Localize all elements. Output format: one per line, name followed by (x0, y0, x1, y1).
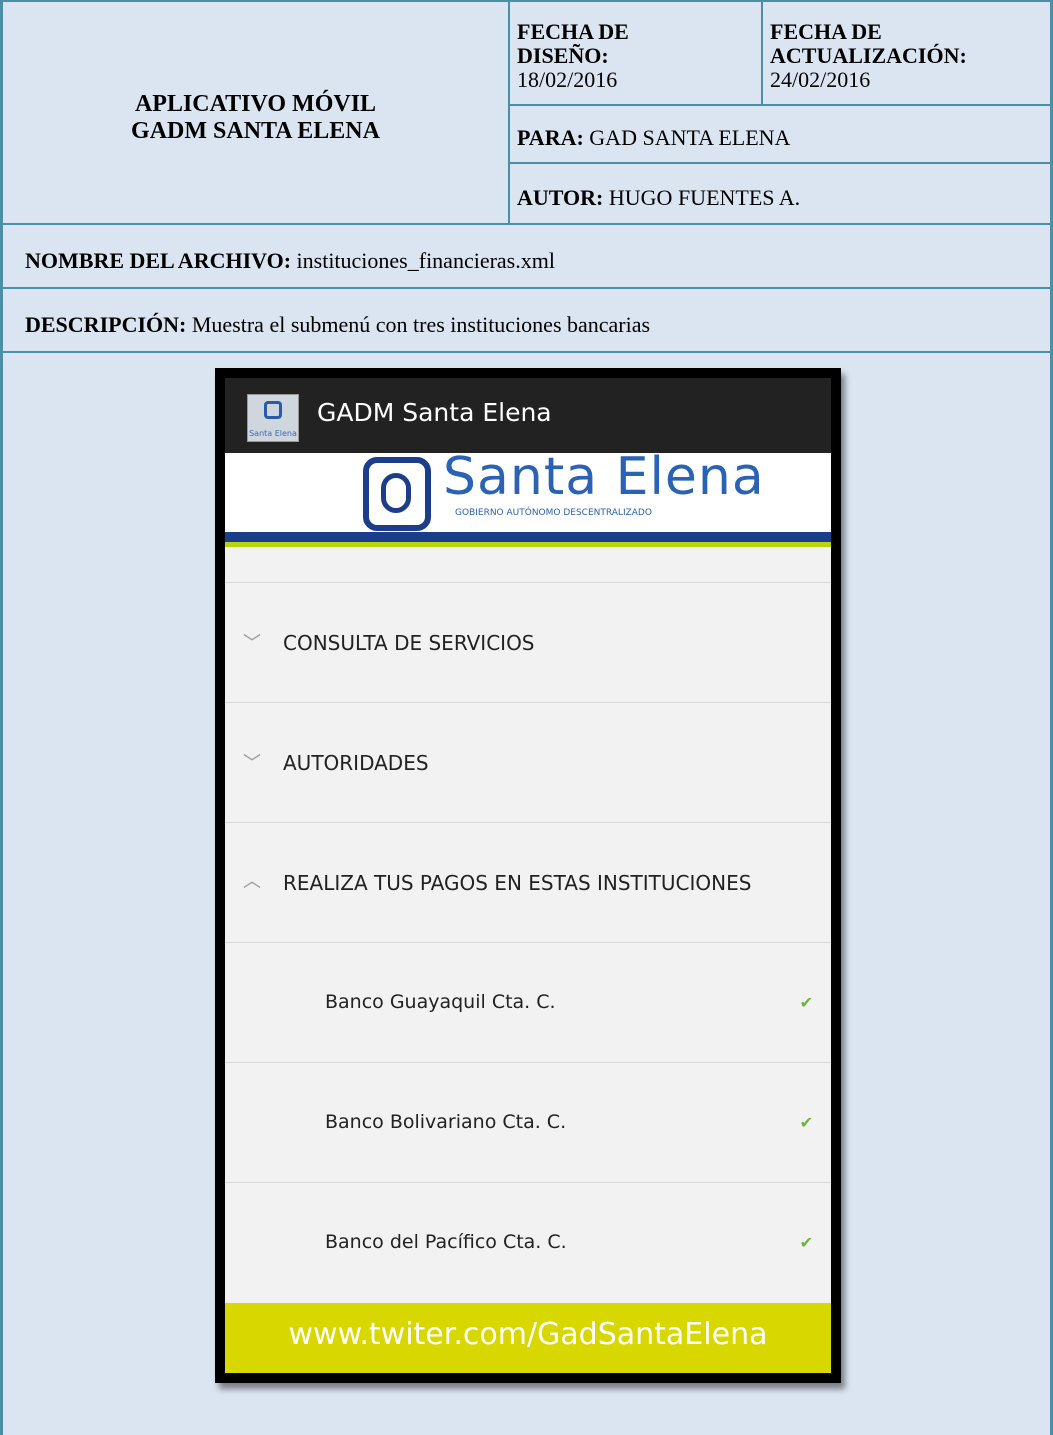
autor-label: AUTOR: (517, 185, 604, 210)
archivo-value: instituciones_financieras.xml (296, 248, 555, 273)
fecha-act-value: 24/02/2016 (770, 67, 871, 92)
submenu-item-label: Banco del Pacífico Cta. C. (325, 1231, 567, 1253)
autor-field: AUTOR: HUGO FUENTES A. (517, 186, 800, 210)
footer-link: www.twiter.com/GadSantaElena (288, 1317, 768, 1352)
fecha-diseno-label-2: DISEÑO: (517, 43, 609, 68)
submenu-item-label: Banco Bolivariano Cta. C. (325, 1111, 567, 1133)
logo-icon (264, 401, 282, 419)
archivo-field: NOMBRE DEL ARCHIVO: instituciones_financ… (25, 249, 555, 273)
chevron-down-icon: ﹀ (243, 633, 261, 654)
app-bar-title: GADM Santa Elena (317, 398, 552, 427)
banner-stripe-blue (225, 532, 831, 542)
para-value: GAD SANTA ELENA (589, 125, 791, 150)
submenu-item-banco-guayaquil[interactable]: Banco Guayaquil Cta. C. ✔ (225, 942, 831, 1062)
fecha-diseno-label-1: FECHA DE (517, 19, 629, 44)
logo-subtext: GOBIERNO AUTÓNOMO DESCENTRALIZADO (455, 508, 652, 518)
submenu-item-banco-pacifico[interactable]: Banco del Pacífico Cta. C. ✔ (225, 1182, 831, 1303)
app-title-line1: APLICATIVO MÓVIL (134, 91, 377, 117)
descripcion-value: Muestra el submenú con tres institucione… (191, 312, 651, 337)
fecha-diseno-value: 18/02/2016 (517, 67, 618, 92)
chevron-down-icon: ﹀ (243, 753, 261, 774)
chevron-up-icon: ︿ (243, 871, 261, 892)
menu-item-label: REALIZA TUS PAGOS EN ESTAS INSTITUCIONES (283, 871, 752, 895)
banner-stripe-green (225, 542, 831, 547)
app-title-line2: GADM SANTA ELENA (131, 118, 380, 144)
menu-item-consulta-servicios[interactable]: ﹀ CONSULTA DE SERVICIOS (225, 582, 831, 702)
menu-item-label: AUTORIDADES (283, 751, 429, 775)
fecha-act-label-2: ACTUALIZACIÓN: (770, 43, 967, 68)
phone-screenshot: Santa Elena GADM Santa Elena Santa Elena… (215, 368, 841, 1383)
app-icon[interactable]: Santa Elena (247, 394, 299, 442)
descripcion-field: DESCRIPCIÓN: Muestra el submenú con tres… (25, 313, 650, 337)
fecha-act-label-1: FECHA DE (770, 19, 882, 44)
para-label: PARA: (517, 125, 584, 150)
check-icon: ✔ (799, 993, 813, 1012)
archivo-label: NOMBRE DEL ARCHIVO: (25, 248, 292, 273)
menu-item-autoridades[interactable]: ﹀ AUTORIDADES (225, 702, 831, 822)
descripcion-label: DESCRIPCIÓN: (25, 312, 187, 337)
autor-value: HUGO FUENTES A. (608, 185, 801, 210)
app-screen: Santa Elena GADM Santa Elena Santa Elena… (225, 378, 831, 1373)
para-field: PARA: GAD SANTA ELENA (517, 126, 790, 150)
footer-banner[interactable]: www.twiter.com/GadSantaElena (225, 1303, 831, 1373)
submenu-item-label: Banco Guayaquil Cta. C. (325, 991, 556, 1013)
app-bar: Santa Elena GADM Santa Elena (225, 378, 831, 453)
submenu-item-banco-bolivariano[interactable]: Banco Bolivariano Cta. C. ✔ (225, 1062, 831, 1182)
logo-text: Santa Elena (443, 447, 765, 507)
check-icon: ✔ (799, 1233, 813, 1252)
logo-banner: Santa Elena GOBIERNO AUTÓNOMO DESCENTRAL… (225, 447, 831, 541)
menu-item-realiza-pagos[interactable]: ︿ REALIZA TUS PAGOS EN ESTAS INSTITUCION… (225, 822, 831, 942)
santa-elena-logo-icon (363, 457, 431, 531)
app-icon-label: Santa Elena (249, 429, 297, 438)
check-icon: ✔ (799, 1113, 813, 1132)
menu-item-label: CONSULTA DE SERVICIOS (283, 631, 535, 655)
